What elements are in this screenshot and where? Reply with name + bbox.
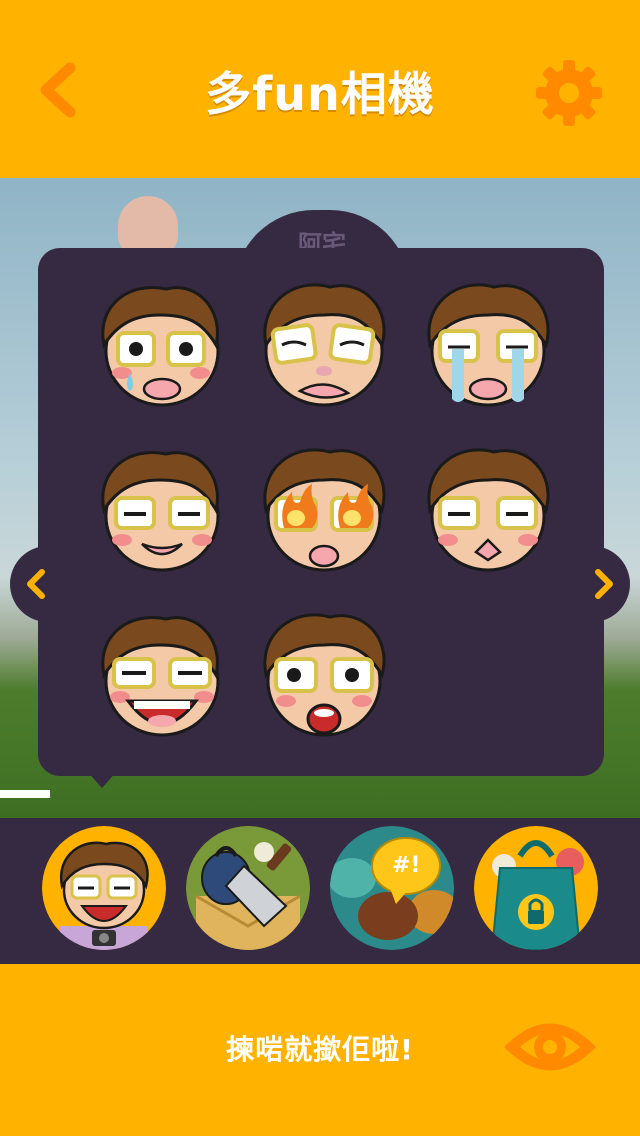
category-bag-and-cleaver[interactable]: [186, 826, 310, 950]
sticker-pouty-squint[interactable]: [418, 440, 558, 580]
sticker-sad-sneer[interactable]: [254, 275, 394, 415]
sticker-smug-smile[interactable]: [90, 440, 230, 580]
sticker-fiery-eyes[interactable]: [254, 440, 394, 580]
sticker-nervous-sweat[interactable]: [90, 275, 230, 415]
panel-pointer: [86, 770, 118, 788]
sticker-crying-tears[interactable]: [418, 275, 558, 415]
category-locked-shopping-bag[interactable]: [474, 826, 598, 950]
settings-gear-icon[interactable]: [534, 58, 604, 128]
svg-text:#!: #!: [392, 853, 420, 878]
raised-hand: [118, 196, 178, 256]
next-page-button[interactable]: [572, 546, 630, 622]
category-speech-bubbles[interactable]: #!: [330, 826, 454, 950]
chevron-right-icon: [595, 569, 613, 599]
sticker-shocked[interactable]: [254, 605, 394, 745]
preview-eye-icon[interactable]: [500, 1012, 600, 1082]
fence-rail: [0, 790, 50, 798]
sticker-laughing[interactable]: [90, 605, 230, 745]
category-otaku-face[interactable]: [42, 826, 166, 950]
chevron-left-icon: [27, 569, 45, 599]
header-bar: 多fun相機: [0, 0, 640, 178]
prev-page-button[interactable]: [10, 546, 68, 622]
